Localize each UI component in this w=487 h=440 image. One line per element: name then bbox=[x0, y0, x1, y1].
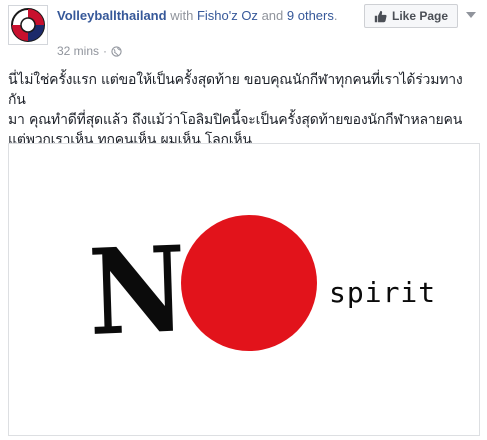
tagged-user-link[interactable]: Fisho'z Oz bbox=[197, 8, 258, 23]
volleyball-logo-icon bbox=[11, 8, 45, 42]
post-meta: 32 mins · bbox=[57, 44, 122, 58]
post-line: นี่ไม่ใช่ครั้งแรก แต่ขอให้เป็นครั้งสุดท้… bbox=[8, 72, 463, 108]
page-name-link[interactable]: Volleyballthailand bbox=[57, 8, 167, 23]
like-page-label: Like Page bbox=[391, 9, 449, 23]
others-link[interactable]: 9 others bbox=[287, 8, 334, 23]
image-letter-n: N bbox=[86, 219, 189, 362]
post-options-chevron-icon[interactable] bbox=[466, 12, 476, 18]
post-author-line: Volleyballthailand with Fisho'z Oz and 9… bbox=[57, 7, 357, 25]
image-word-spirit: spirit bbox=[329, 276, 437, 309]
like-page-button[interactable]: Like Page bbox=[364, 4, 458, 28]
post-image[interactable]: N spirit bbox=[8, 143, 480, 436]
post-line: มา คุณทำดีที่สุดแล้ว ถึงแม้ว่าโอลิมปิคนี… bbox=[8, 112, 463, 128]
page-avatar[interactable] bbox=[8, 5, 48, 45]
post-message: นี่ไม่ใช่ครั้งแรก แต่ขอให้เป็นครั้งสุดท้… bbox=[8, 70, 480, 150]
thumbs-up-icon bbox=[374, 10, 387, 22]
red-circle bbox=[181, 215, 317, 351]
meta-separator: · bbox=[103, 44, 108, 58]
timestamp-link[interactable]: 32 mins bbox=[57, 44, 99, 58]
globe-icon[interactable] bbox=[111, 45, 122, 57]
and-text: and bbox=[261, 8, 284, 23]
period-text: . bbox=[333, 8, 338, 23]
with-text: with bbox=[170, 8, 194, 23]
post-header: Volleyballthailand with Fisho'z Oz and 9… bbox=[0, 0, 487, 66]
